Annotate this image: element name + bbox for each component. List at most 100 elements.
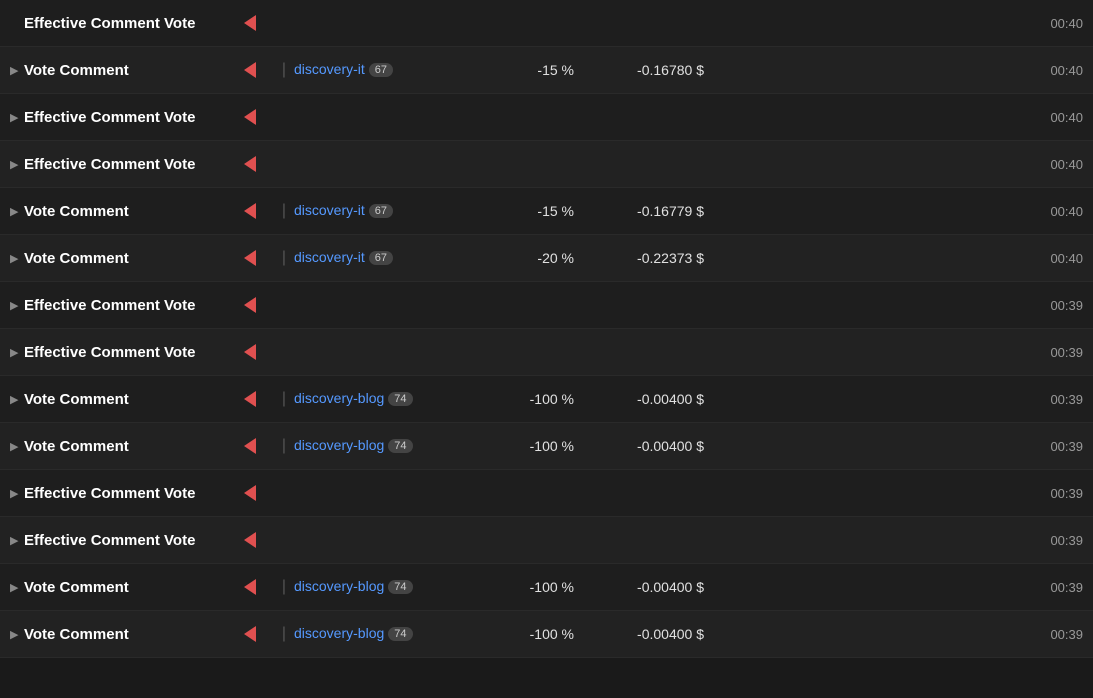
tag-col: discovery-it 67	[294, 61, 494, 79]
row-title: Vote Comment	[24, 579, 244, 596]
table-row[interactable]: ▶Effective Comment Vote00:39	[0, 282, 1093, 329]
tag-badge: 67	[369, 63, 393, 77]
value-col: -0.00400 $	[594, 579, 724, 595]
row-title: Vote Comment	[24, 391, 244, 408]
expand-col: ▶	[10, 440, 24, 453]
row-title: Vote Comment	[24, 203, 244, 220]
left-arrow-icon	[244, 438, 256, 454]
expand-col: ▶	[10, 346, 24, 359]
expand-col: ▶	[10, 205, 24, 218]
row-title: Effective Comment Vote	[24, 297, 244, 314]
table-row[interactable]: ▶Effective Comment Vote00:39	[0, 517, 1093, 564]
expand-col: ▶	[10, 628, 24, 641]
percent-col: -100 %	[494, 438, 594, 454]
expand-col: ▶	[10, 393, 24, 406]
value-col: -0.22373 $	[594, 250, 724, 266]
left-arrow-icon	[244, 250, 256, 266]
left-arrow-icon	[244, 203, 256, 219]
vote-arrow-icon	[244, 156, 274, 172]
tag-badge: 74	[388, 580, 412, 594]
expand-arrow-icon[interactable]: ▶	[10, 393, 18, 406]
value-col: -0.00400 $	[594, 391, 724, 407]
expand-arrow-icon[interactable]: ▶	[10, 440, 18, 453]
separator: |	[274, 249, 294, 267]
table-row[interactable]: ▶Vote Comment|discovery-it67-15 %-0.1678…	[0, 47, 1093, 94]
expand-arrow-icon[interactable]: ▶	[10, 205, 18, 218]
timestamp: 00:40	[1023, 251, 1083, 266]
separator: |	[274, 390, 294, 408]
tag-link[interactable]: discovery-it	[294, 249, 365, 265]
table-row[interactable]: ▶ Effective Comment Vote 00:40	[0, 94, 1093, 141]
timestamp: 00:39	[1023, 580, 1083, 595]
left-arrow-icon	[244, 532, 256, 548]
expand-arrow-icon[interactable]: ▶	[10, 534, 18, 547]
table-row[interactable]: ▶ Effective Comment Vote 00:40	[0, 141, 1093, 188]
timestamp: 00:39	[1023, 439, 1083, 454]
expand-arrow-icon[interactable]: ▶	[10, 111, 18, 124]
table-row[interactable]: ▶Vote Comment|discovery-it67-20 %-0.2237…	[0, 235, 1093, 282]
table-row[interactable]: ▶Vote Comment|discovery-blog74-100 %-0.0…	[0, 564, 1093, 611]
tag-link[interactable]: discovery-it	[294, 202, 365, 218]
table-row[interactable]: ▶Vote Comment|discovery-it67-15 %-0.1677…	[0, 188, 1093, 235]
vote-arrow-icon	[244, 579, 274, 595]
row-title: Effective Comment Vote	[24, 15, 244, 32]
left-arrow-icon	[244, 579, 256, 595]
left-arrow-icon	[244, 15, 256, 31]
expand-arrow-icon[interactable]: ▶	[10, 487, 18, 500]
vote-arrow-icon	[244, 532, 274, 548]
expand-arrow-icon[interactable]: ▶	[10, 158, 18, 171]
table-row[interactable]: Effective Comment Vote00:40	[0, 0, 1093, 47]
expand-col: ▶	[10, 111, 24, 124]
vote-arrow-icon	[244, 250, 274, 266]
value-col: -0.16780 $	[594, 62, 724, 78]
vote-arrow-icon	[244, 203, 274, 219]
percent-col: -100 %	[494, 391, 594, 407]
expand-arrow-icon[interactable]: ▶	[10, 64, 18, 77]
expand-col: ▶	[10, 158, 24, 171]
row-title: Effective Comment Vote	[24, 109, 244, 126]
table-row[interactable]: ▶ Vote Comment |discovery-blog74-100 %-0.0…	[0, 376, 1093, 423]
table-row[interactable]: ▶Effective Comment Vote00:39	[0, 329, 1093, 376]
left-arrow-icon	[244, 626, 256, 642]
table-row[interactable]: ▶Effective Comment Vote00:39	[0, 470, 1093, 517]
timestamp: 00:40	[1023, 157, 1083, 172]
left-arrow-icon	[244, 344, 256, 360]
tag-col: discovery-blog74	[294, 390, 494, 408]
expand-arrow-icon[interactable]: ▶	[10, 299, 18, 312]
tag-link[interactable]: discovery-blog	[294, 390, 384, 406]
timestamp: 00:39	[1023, 533, 1083, 548]
expand-arrow-icon[interactable]: ▶	[10, 346, 18, 359]
left-arrow-icon	[244, 62, 256, 78]
tag-link[interactable]: discovery-blog	[294, 437, 384, 453]
timestamp: 00:39	[1023, 345, 1083, 360]
row-title: Effective Comment Vote	[24, 485, 244, 502]
expand-arrow-icon[interactable]: ▶	[10, 252, 18, 265]
row-title: Effective Comment Vote	[24, 156, 244, 173]
expand-arrow-icon[interactable]: ▶	[10, 628, 18, 641]
separator: |	[274, 437, 294, 455]
transactions-table: Effective Comment Vote00:40▶Vote Comment…	[0, 0, 1093, 658]
expand-arrow-icon[interactable]: ▶	[10, 581, 18, 594]
separator: |	[274, 61, 294, 79]
tag-link[interactable]: discovery-blog	[294, 578, 384, 594]
left-arrow-icon	[244, 391, 256, 407]
tag-link[interactable]: discovery-blog	[294, 625, 384, 641]
vote-arrow-icon	[244, 297, 274, 313]
tag-badge: 67	[369, 251, 393, 265]
table-row[interactable]: ▶Vote Comment|discovery-blog74-100 %-0.0…	[0, 611, 1093, 658]
expand-col: ▶	[10, 534, 24, 547]
expand-col: ▶	[10, 252, 24, 265]
value-col: -0.16779 $	[594, 203, 724, 219]
timestamp: 00:40	[1023, 110, 1083, 125]
tag-col: discovery-blog74	[294, 437, 494, 455]
expand-col: ▶	[10, 299, 24, 312]
tag-link[interactable]: discovery-it	[294, 61, 365, 77]
row-title: Vote Comment	[24, 438, 244, 455]
value-col: -0.00400 $	[594, 438, 724, 454]
left-arrow-icon	[244, 485, 256, 501]
expand-col: ▶	[10, 581, 24, 594]
percent-col: -100 %	[494, 579, 594, 595]
table-row[interactable]: ▶ Vote Comment |discovery-blog74-100 %-0.0…	[0, 423, 1093, 470]
vote-arrow-icon	[244, 485, 274, 501]
vote-arrow-icon	[244, 391, 274, 407]
